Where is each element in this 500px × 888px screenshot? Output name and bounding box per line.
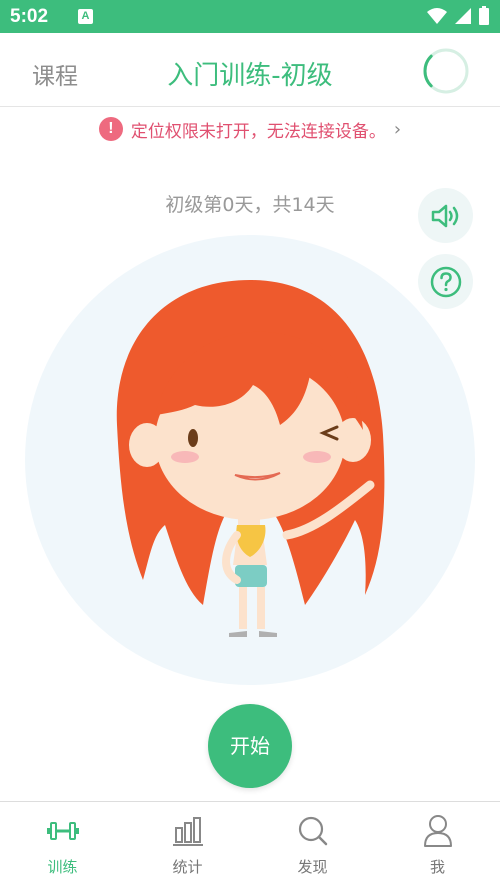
start-button[interactable]: 开始 bbox=[208, 704, 292, 788]
bar-chart-icon bbox=[172, 817, 203, 846]
status-icons bbox=[426, 6, 490, 26]
signal-icon bbox=[455, 8, 471, 24]
nav-item-me[interactable]: 我 bbox=[375, 802, 500, 888]
nav-item-training[interactable]: 训练 bbox=[0, 802, 125, 888]
alert-text: 定位权限未打开，无法连接设备。 bbox=[130, 121, 386, 142]
person-icon bbox=[423, 815, 452, 847]
location-permission-alert[interactable]: ! 定位权限未打开，无法连接设备。 › bbox=[0, 113, 500, 145]
sound-button[interactable] bbox=[418, 188, 473, 243]
notification-icon: A bbox=[78, 9, 94, 24]
girl-illustration bbox=[116, 280, 385, 637]
nav-label-training: 训练 bbox=[47, 858, 78, 876]
search-icon bbox=[298, 816, 327, 846]
status-bar: 5:02 A bbox=[0, 0, 500, 33]
nav-label-discover: 发现 bbox=[297, 858, 328, 876]
nav-item-discover[interactable]: 发现 bbox=[250, 802, 375, 888]
dumbbell-icon bbox=[46, 822, 79, 840]
help-icon bbox=[430, 266, 461, 297]
header: 课程 入门训练-初级 bbox=[0, 33, 500, 107]
nav-label-stats: 统计 bbox=[172, 858, 203, 876]
warning-icon: ! bbox=[98, 117, 123, 141]
bottom-nav: 训练 统计 发现 我 bbox=[0, 801, 500, 888]
chevron-right-icon: › bbox=[393, 118, 402, 140]
help-button[interactable] bbox=[418, 254, 473, 309]
nav-item-stats[interactable]: 统计 bbox=[125, 802, 250, 888]
progress-ring-icon[interactable] bbox=[422, 47, 470, 95]
speaker-icon bbox=[431, 204, 458, 227]
nav-label-me: 我 bbox=[429, 858, 445, 876]
battery-icon bbox=[479, 6, 489, 25]
wifi-icon bbox=[427, 8, 447, 24]
status-time: 5:02 bbox=[10, 5, 49, 27]
